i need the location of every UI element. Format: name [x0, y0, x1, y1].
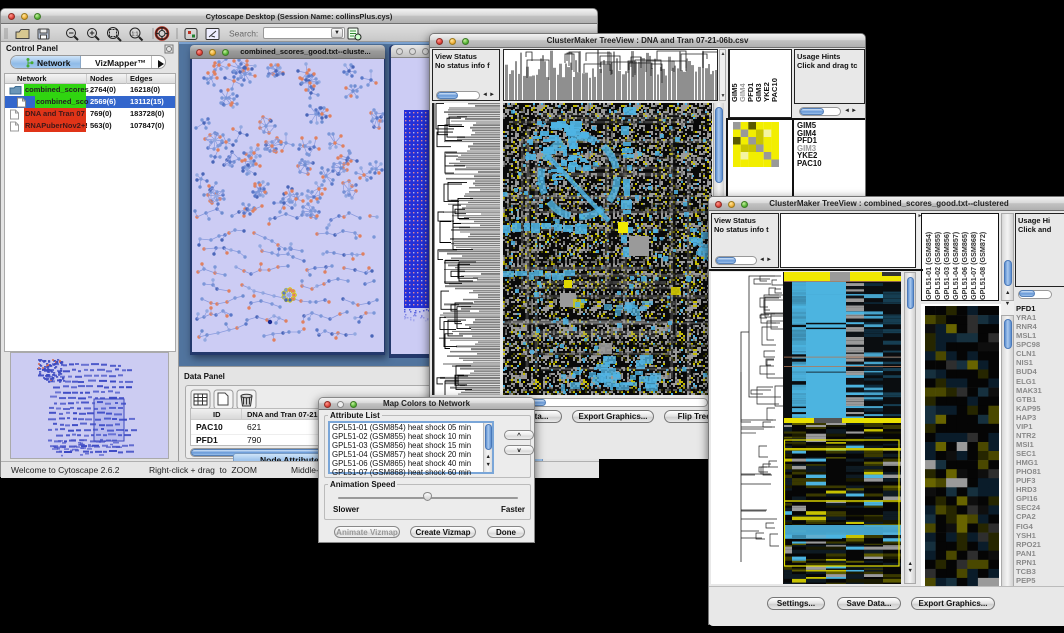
- svg-text:PAC10: PAC10: [770, 78, 779, 102]
- svg-text:Search:: Search:: [229, 29, 258, 39]
- svg-text:GPL51-04 (GSM857): GPL51-04 (GSM857): [951, 231, 960, 300]
- svg-text:GPL51-08 (GSM872): GPL51-08 (GSM872): [978, 231, 987, 300]
- svg-text:GPL51-06 (GSM865): GPL51-06 (GSM865): [960, 231, 969, 300]
- svg-text:GPL51-02 (GSM855): GPL51-02 (GSM855): [933, 231, 942, 300]
- svg-text:GPL51-01 (GSM854): GPL51-01 (GSM854): [924, 231, 933, 300]
- svg-text:GPL51-03 (GSM856): GPL51-03 (GSM856): [942, 231, 951, 300]
- svg-text:GPL51-07 (GSM868): GPL51-07 (GSM868): [969, 231, 978, 300]
- svg-text:1:1: 1:1: [132, 32, 139, 38]
